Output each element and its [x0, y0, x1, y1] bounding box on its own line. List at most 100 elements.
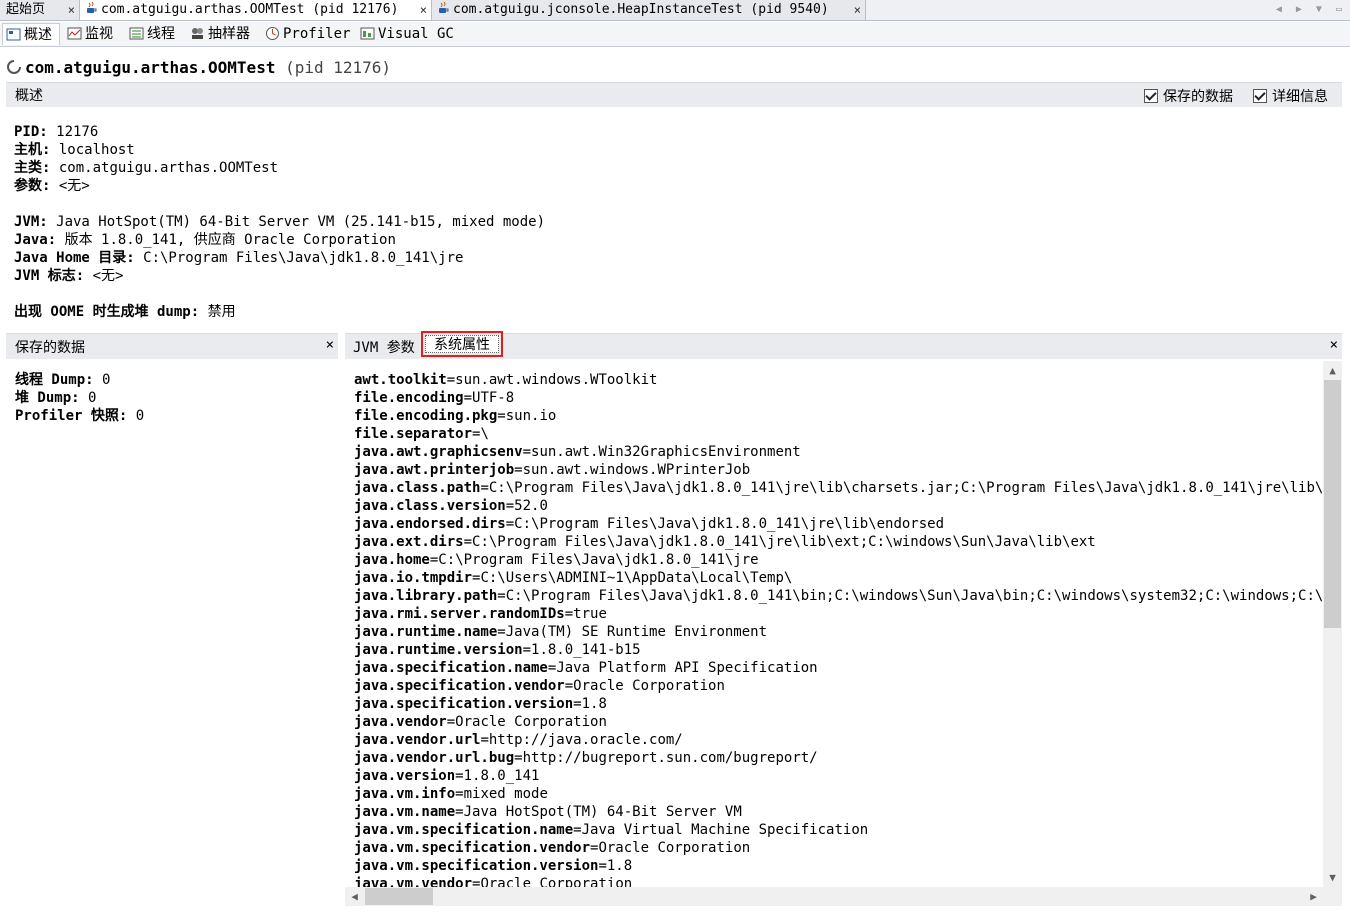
tab-overview[interactable]: 概述 — [2, 23, 60, 45]
property-row: java.home=C:\Program Files\Java\jdk1.8.0… — [354, 551, 759, 569]
overview-icon — [6, 28, 21, 41]
doc-tab-start-page[interactable]: 起始页 × — [0, 0, 80, 20]
tab-monitor[interactable]: 监视 — [64, 23, 122, 45]
info-line-jvm-flags: JVM 标志: <无> — [14, 267, 123, 285]
property-equals: = — [455, 768, 464, 784]
tab-system-properties-highlight[interactable]: 系统属性 — [421, 331, 503, 357]
property-key: file.separator — [354, 426, 473, 442]
property-value: true — [573, 606, 607, 622]
property-equals: = — [480, 480, 489, 496]
scroll-right-icon[interactable]: ▶ — [1304, 890, 1323, 903]
java-cup-icon — [439, 2, 449, 13]
property-row: java.io.tmpdir=C:\Users\ADMINI~1\AppData… — [354, 569, 792, 587]
property-value: Oracle Corporation — [455, 714, 607, 730]
property-row: java.vm.specification.name=Java Virtual … — [354, 821, 868, 839]
system-properties-list: awt.toolkit=sun.awt.windows.WToolkit file… — [345, 361, 1323, 887]
property-row: java.specification.name=Java Platform AP… — [354, 659, 818, 677]
property-equals: = — [463, 390, 473, 406]
property-equals: = — [573, 696, 582, 712]
property-row: java.rmi.server.randomIDs=true — [354, 605, 607, 623]
info-line-oome-dump: 出现 OOME 时生成堆 dump: 禁用 — [14, 303, 236, 321]
tab-label: Profiler — [283, 26, 351, 42]
close-icon[interactable]: × — [68, 0, 75, 20]
property-value: sun.awt.Win32GraphicsEnvironment — [531, 444, 801, 460]
property-value: Java Platform API Specification — [556, 660, 818, 676]
property-row: java.runtime.version=1.8.0_141-b15 — [354, 641, 641, 659]
property-key: java.awt.graphicsenv — [354, 444, 523, 460]
property-value: sun.awt.windows.WPrinterJob — [522, 462, 751, 478]
property-value: Java Virtual Machine Specification — [581, 822, 869, 838]
doc-tab-oomtest[interactable]: com.atguigu.arthas.OOMTest (pid 12176) × — [80, 0, 432, 20]
info-key: JVM: — [14, 214, 48, 230]
tab-visual-gc[interactable]: Visual GC — [357, 23, 457, 45]
property-row: java.vendor.url=http://java.oracle.com/ — [354, 731, 683, 749]
property-key: java.class.version — [354, 498, 506, 514]
tab-threads[interactable]: 线程 — [126, 23, 184, 45]
horizontal-scrollbar[interactable]: ◀ ▶ — [345, 887, 1323, 906]
scroll-down-icon[interactable]: ▼ — [1323, 871, 1342, 884]
property-value: 1.8.0_141-b15 — [531, 642, 641, 658]
tab-profiler[interactable]: Profiler — [262, 23, 354, 45]
vertical-scrollbar[interactable]: ▲ ▼ — [1323, 361, 1342, 887]
property-value: Oracle Corporation — [573, 678, 725, 694]
close-icon[interactable]: × — [420, 0, 427, 20]
property-equals: = — [514, 750, 523, 766]
property-row: java.vm.vendor=Oracle Corporation — [354, 875, 632, 887]
scrollbar-corner — [1323, 887, 1342, 906]
vertical-scroll-thumb[interactable] — [1324, 380, 1341, 628]
property-value: Java(TM) SE Runtime Environment — [505, 624, 768, 640]
property-row: file.encoding.pkg=sun.io — [354, 407, 556, 425]
tab-label: 概述 — [24, 27, 52, 43]
close-icon[interactable]: × — [326, 337, 334, 353]
info-value: 禁用 — [199, 304, 236, 320]
property-key: java.endorsed.dirs — [354, 516, 506, 532]
info-value: com.atguigu.arthas.OOMTest — [50, 160, 279, 176]
property-equals: = — [598, 858, 607, 874]
property-key: java.vm.specification.vendor — [354, 840, 591, 856]
property-key: java.home — [354, 552, 430, 568]
property-equals: = — [497, 588, 506, 604]
info-value: Java HotSpot(TM) 64-Bit Server VM (25.14… — [47, 214, 546, 230]
tab-sampler[interactable]: 抽样器 — [187, 23, 259, 45]
info-line-host: 主机: localhost — [14, 141, 135, 159]
property-value: Oracle Corporation — [598, 840, 751, 856]
property-row: awt.toolkit=sun.awt.windows.WToolkit — [354, 371, 657, 389]
tab-system-properties[interactable]: 系统属性 — [425, 335, 499, 353]
property-key: java.runtime.name — [354, 624, 498, 640]
property-key: java.class.path — [354, 480, 481, 496]
details-checkbox[interactable]: 详细信息 — [1253, 86, 1328, 106]
saved-value: 0 — [127, 408, 145, 424]
info-value: localhost — [50, 142, 135, 158]
title-pid: (pid 12176) — [285, 58, 392, 77]
scroll-up-icon[interactable]: ▲ — [1323, 364, 1342, 377]
property-equals: = — [455, 786, 464, 802]
saved-data-checkbox[interactable]: 保存的数据 — [1144, 86, 1233, 106]
property-row: java.specification.version=1.8 — [354, 695, 607, 713]
property-value: 1.8 — [606, 858, 633, 874]
tab-jvm-args[interactable]: JVM 参数 — [353, 337, 415, 357]
doc-tab-heapinstancetest[interactable]: com.atguigu.jconsole.HeapInstanceTest (p… — [432, 0, 866, 20]
property-row: java.vm.specification.version=1.8 — [354, 857, 632, 875]
overview-section-header: 概述 保存的数据 详细信息 — [6, 82, 1342, 107]
info-key: Java Home 目录: — [14, 250, 135, 266]
monitor-icon — [67, 27, 82, 40]
property-value: sun.io — [505, 408, 557, 424]
horizontal-scroll-thumb[interactable] — [365, 888, 433, 905]
property-row: java.awt.printerjob=sun.awt.windows.WPri… — [354, 461, 750, 479]
scroll-left-icon[interactable]: ◀ — [345, 890, 364, 903]
property-row: java.vendor.url.bug=http://bugreport.sun… — [354, 749, 818, 767]
property-key: java.vendor.url — [354, 732, 481, 748]
properties-panel-header: JVM 参数 系统属性 × — [345, 331, 1342, 359]
close-icon[interactable]: × — [854, 0, 861, 20]
close-icon[interactable]: × — [1330, 337, 1338, 353]
property-row: java.runtime.name=Java(TM) SE Runtime En… — [354, 623, 767, 641]
property-row: java.vm.name=Java HotSpot(TM) 64-Bit Ser… — [354, 803, 742, 821]
tab-scroll-controls[interactable]: ◀ ▶ ▼ ▭ — [1276, 0, 1346, 20]
visual-gc-icon — [360, 27, 375, 40]
property-key: java.vm.info — [354, 786, 456, 802]
property-value: Java HotSpot(TM) 64-Bit Server VM — [463, 804, 742, 820]
property-key: java.vm.specification.version — [354, 858, 599, 874]
property-row: java.library.path=C:\Program Files\Java\… — [354, 587, 1323, 605]
property-value: http://bugreport.sun.com/bugreport/ — [522, 750, 818, 766]
info-key: 主类: — [14, 160, 51, 176]
